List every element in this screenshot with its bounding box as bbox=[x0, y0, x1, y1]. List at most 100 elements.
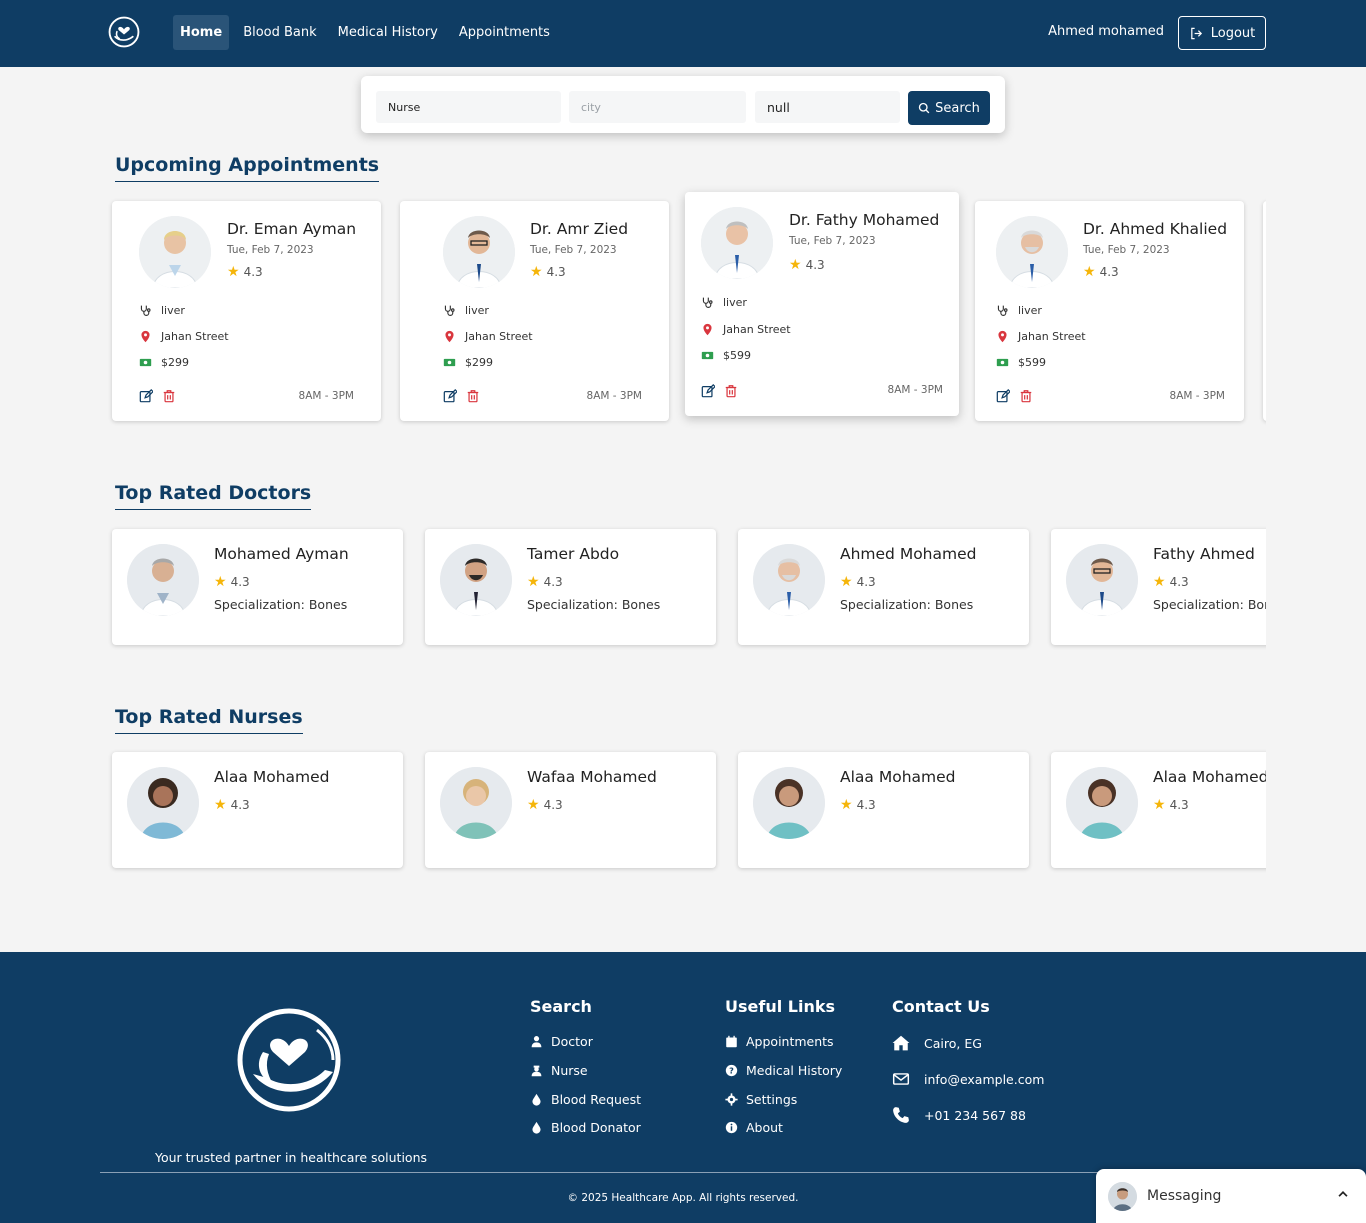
appointments-carousel[interactable]: Dr. Eman Ayman Tue, Feb 7, 2023 ★ 4.3 liv… bbox=[100, 185, 1266, 435]
specialty: liver bbox=[161, 304, 185, 317]
footer-link-medical-history[interactable]: ? Medical History bbox=[725, 1063, 842, 1078]
city-input[interactable] bbox=[569, 91, 746, 123]
footer-link-label: Blood Donator bbox=[551, 1120, 641, 1135]
nurse-name: Alaa Mohamed bbox=[214, 768, 330, 786]
nurse-avatar bbox=[753, 767, 825, 839]
specialization: Specialization: Bones bbox=[214, 597, 348, 612]
search-icon bbox=[918, 102, 930, 114]
gear-icon bbox=[725, 1093, 738, 1106]
nurses-carousel[interactable]: Alaa Mohamed ★ 4.3 Wafaa Mohamed ★ 4.3 Ala… bbox=[100, 743, 1266, 878]
footer-link-nurse[interactable]: Nurse bbox=[530, 1063, 588, 1078]
footer-link-blood-donator[interactable]: Blood Donator bbox=[530, 1120, 641, 1135]
rating-value: 4.3 bbox=[1099, 265, 1119, 279]
healthcare-logo-icon[interactable] bbox=[107, 15, 141, 49]
blood-drop-icon bbox=[532, 1121, 541, 1134]
rating: ★ 4.3 bbox=[1153, 798, 1189, 812]
doctor-card[interactable]: Tamer Abdo ★ 4.3 Specialization: Bones bbox=[425, 529, 716, 645]
nurse-name: Wafaa Mohamed bbox=[527, 768, 657, 786]
doctor-name: Ahmed Mohamed bbox=[840, 545, 977, 563]
appointment-card[interactable] bbox=[1263, 201, 1266, 421]
appointment-card[interactable]: Dr. Ahmed Khalied Tue, Feb 7, 2023 ★ 4.3 … bbox=[975, 201, 1244, 421]
doctor-avatar bbox=[443, 216, 515, 288]
specialty: liver bbox=[465, 304, 489, 317]
doctor-card[interactable]: Mohamed Ayman ★ 4.3 Specialization: Bones bbox=[112, 529, 403, 645]
star-icon: ★ bbox=[227, 264, 240, 280]
search-button[interactable]: Search bbox=[908, 91, 990, 125]
price: $599 bbox=[1018, 356, 1046, 369]
price: $299 bbox=[465, 356, 493, 369]
price-row: $299 bbox=[443, 356, 493, 369]
edit-icon[interactable] bbox=[443, 389, 457, 403]
specialty: liver bbox=[723, 296, 747, 309]
rating-value: 4.3 bbox=[856, 575, 876, 589]
nurse-card[interactable]: Wafaa Mohamed ★ 4.3 bbox=[425, 752, 716, 868]
nurse-avatar bbox=[440, 767, 512, 839]
rating-value: 4.3 bbox=[1169, 798, 1189, 812]
rating: ★ 4.3 bbox=[840, 575, 876, 589]
doctor-card[interactable]: Fathy Ahmed ★4.3 Specialization: Bones bbox=[1051, 529, 1266, 645]
contact-address: Cairo, EG bbox=[892, 1034, 982, 1052]
doctor-name: Dr. Eman Ayman bbox=[227, 220, 357, 238]
nav-blood-bank[interactable]: Blood Bank bbox=[236, 15, 323, 50]
doctor-name: Dr. Amr Zied bbox=[530, 220, 629, 238]
user-name[interactable]: Ahmed mohamed bbox=[1048, 24, 1164, 39]
appointment-card[interactable]: Dr. Eman Ayman Tue, Feb 7, 2023 ★ 4.3 liv… bbox=[112, 201, 381, 421]
rating: ★ 4.3 bbox=[530, 265, 566, 279]
appointment-card[interactable]: Dr. Fathy Mohamed Tue, Feb 7, 2023 ★ 4.3 … bbox=[685, 192, 959, 416]
messaging-widget[interactable]: Messaging bbox=[1096, 1169, 1366, 1223]
price: $299 bbox=[161, 356, 189, 369]
delete-icon[interactable] bbox=[162, 389, 176, 403]
appointment-time: 8AM - 3PM bbox=[586, 390, 642, 402]
star-icon: ★ bbox=[789, 257, 802, 273]
nav-medical-history[interactable]: Medical History bbox=[331, 15, 445, 50]
home-icon bbox=[892, 1035, 910, 1051]
top-rated-doctors-title: Top Rated Doctors bbox=[115, 482, 312, 510]
rating-value: 4.3 bbox=[230, 575, 250, 589]
star-icon: ★ bbox=[530, 264, 543, 280]
rating-value: 4.3 bbox=[546, 265, 566, 279]
price-row: $599 bbox=[701, 349, 751, 362]
doctors-carousel[interactable]: Mohamed Ayman ★ 4.3 Specialization: Bones… bbox=[100, 520, 1266, 655]
stethoscope-icon bbox=[140, 305, 151, 316]
price: $599 bbox=[723, 349, 751, 362]
search-button-label: Search bbox=[935, 100, 980, 116]
location-pin-icon bbox=[445, 330, 454, 343]
filter-input[interactable] bbox=[755, 91, 900, 123]
appointment-card[interactable]: Dr. Amr Zied Tue, Feb 7, 2023 ★ 4.3 liver… bbox=[400, 201, 669, 421]
contact-phone[interactable]: +01 234 567 88 bbox=[892, 1106, 1026, 1124]
star-icon: ★ bbox=[527, 574, 540, 590]
nav-appointments[interactable]: Appointments bbox=[452, 15, 557, 50]
card-actions bbox=[996, 389, 1033, 403]
footer-search-title: Search bbox=[530, 997, 592, 1016]
nurse-card[interactable]: Alaa Mohamed ★ 4.3 bbox=[112, 752, 403, 868]
edit-icon[interactable] bbox=[139, 389, 153, 403]
specialty: liver bbox=[1018, 304, 1042, 317]
delete-icon[interactable] bbox=[1019, 389, 1033, 403]
type-input[interactable] bbox=[376, 91, 561, 123]
logout-button[interactable]: Logout bbox=[1178, 16, 1266, 50]
doctor-name: Fathy Ahmed bbox=[1153, 545, 1255, 563]
nurse-card[interactable]: Alaa Mohamed ★ 4.3 bbox=[738, 752, 1029, 868]
logout-icon bbox=[1190, 27, 1202, 39]
address: Jahan Street bbox=[723, 323, 791, 336]
edit-icon[interactable] bbox=[701, 384, 715, 398]
calendar-icon bbox=[726, 1035, 737, 1048]
card-actions bbox=[139, 389, 176, 403]
footer-link-appointments[interactable]: Appointments bbox=[725, 1034, 834, 1049]
nurse-avatar bbox=[127, 767, 199, 839]
footer-link-blood-request[interactable]: Blood Request bbox=[530, 1092, 641, 1107]
doctor-card[interactable]: Ahmed Mohamed ★ 4.3 Specialization: Bones bbox=[738, 529, 1029, 645]
address-row: Jahan Street bbox=[443, 330, 533, 343]
edit-icon[interactable] bbox=[996, 389, 1010, 403]
nurse-card[interactable]: Alaa Mohamed ★ 4.3 bbox=[1051, 752, 1266, 868]
footer-link-doctor[interactable]: Doctor bbox=[530, 1034, 593, 1049]
nav-home[interactable]: Home bbox=[173, 15, 230, 50]
footer-link-settings[interactable]: Settings bbox=[725, 1092, 797, 1107]
footer-contact-title: Contact Us bbox=[892, 997, 990, 1016]
delete-icon[interactable] bbox=[466, 389, 480, 403]
contact-email[interactable]: info@example.com bbox=[892, 1070, 1044, 1088]
footer-link-about[interactable]: About bbox=[725, 1120, 783, 1135]
top-navbar: Home Blood Bank Medical History Appointm… bbox=[0, 0, 1366, 67]
chevron-up-icon[interactable] bbox=[1336, 1187, 1350, 1201]
delete-icon[interactable] bbox=[724, 384, 738, 398]
